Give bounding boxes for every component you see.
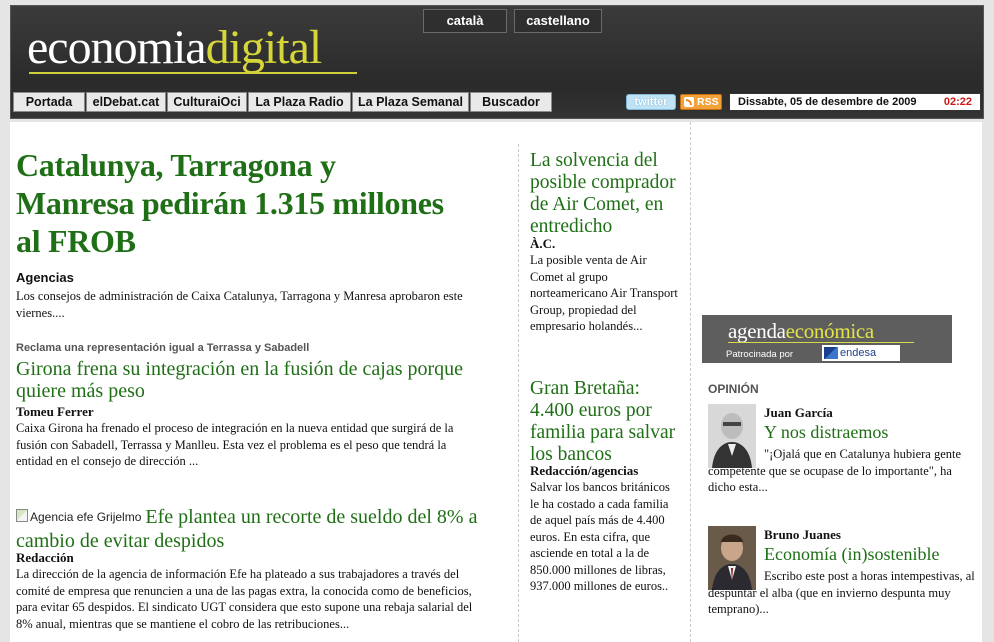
twitter-button[interactable]: twitter <box>626 94 676 110</box>
endesa-logo: endesa <box>822 345 900 361</box>
nav-la-plaza-radio[interactable]: La Plaza Radio <box>248 92 351 112</box>
broken-image-icon <box>16 509 28 522</box>
main-content: Catalunya, Tarragona y Manresa pedirán 1… <box>10 122 982 642</box>
story2-author: Tomeu Ferrer <box>16 404 94 419</box>
mid-story2-summary: Salvar los bancos británicos le ha costa… <box>530 480 670 593</box>
language-castellano-button[interactable]: castellano <box>514 9 602 33</box>
endesa-mark-icon <box>824 347 838 359</box>
mid-story1-title[interactable]: La solvencia del posible comprador de Ai… <box>530 150 686 238</box>
nav-eldebat[interactable]: elDebat.cat <box>86 92 166 112</box>
mid-story1-author: À.C. <box>530 236 556 251</box>
opinion1-title[interactable]: Y nos distraemos <box>764 422 888 443</box>
story3-summary: La dirección de la agencia de informació… <box>16 567 473 631</box>
main-story-title[interactable]: Catalunya, Tarragona y Manresa pedirán 1… <box>16 146 456 260</box>
rss-button[interactable]: RSS <box>680 94 722 110</box>
agenda-underline <box>728 342 914 343</box>
rss-icon <box>684 97 694 107</box>
site-header: català castellano economiadigital Portad… <box>10 5 984 119</box>
language-catala-button[interactable]: català <box>423 9 507 33</box>
opinion2-author[interactable]: Bruno Juanes <box>764 527 841 543</box>
opinion-label: OPINIÓN <box>708 382 759 396</box>
story3-author: Redacción <box>16 550 74 565</box>
agenda-economica-banner[interactable]: agendaeconómica Patrocinada por endesa <box>702 315 952 363</box>
column-divider-right <box>690 122 691 642</box>
agenda-sponsor-label: Patrocinada por <box>726 349 794 360</box>
agenda-title-part1: agenda <box>728 319 786 343</box>
date-time-box: Dissabte, 05 de desembre de 2009 02:22 <box>729 93 981 111</box>
story2-summary: Caixa Girona ha frenado el proceso de in… <box>16 421 454 468</box>
logo-underline <box>29 72 357 74</box>
opinion2-title[interactable]: Economía (in)sostenible <box>764 544 939 565</box>
story2-kicker: Reclama una representación igual a Terra… <box>16 342 310 354</box>
nav-portada[interactable]: Portada <box>13 92 85 112</box>
story2-title[interactable]: Girona frena su integración en la fusión… <box>16 358 486 402</box>
mid-story2-title[interactable]: Gran Bretaña: 4.400 euros por familia pa… <box>530 378 686 466</box>
opinion1-text: "¡Ojalá que en Catalunya hubiera gente c… <box>708 447 962 494</box>
site-logo[interactable]: economiadigital <box>27 21 323 74</box>
story3-image-alt: Agencia efe Grijelmo <box>30 510 142 524</box>
story3-image[interactable]: Agencia efe Grijelmo <box>16 506 141 528</box>
logo-part1: economia <box>27 21 207 74</box>
endesa-name: endesa <box>840 347 877 359</box>
mid-story1-summary: La posible venta de Air Comet al grupo n… <box>530 253 678 333</box>
mid-story2-author: Redacción/agencias <box>530 463 639 478</box>
nav-culturaioci[interactable]: CulturaiOci <box>167 92 247 112</box>
rss-label: RSS <box>697 96 719 108</box>
story3-heading: Agencia efe Grijelmo Efe plantea un reco… <box>16 506 486 554</box>
agenda-title: agendaeconómica <box>728 319 874 344</box>
main-story-summary: Los consejos de administración de Caixa … <box>16 289 463 320</box>
nav-buscador[interactable]: Buscador <box>470 92 552 112</box>
column-divider <box>518 144 519 642</box>
current-date: Dissabte, 05 de desembre de 2009 <box>738 96 917 108</box>
opinion1-author[interactable]: Juan García <box>764 405 833 421</box>
current-time: 02:22 <box>943 96 972 108</box>
opinion2-text: Escribo este post a horas intempestivas,… <box>708 569 975 616</box>
logo-part2: digital <box>205 21 323 74</box>
nav-la-plaza-semanal[interactable]: La Plaza Semanal <box>352 92 469 112</box>
agenda-title-part2: económica <box>785 319 875 343</box>
main-story-author: Agencias <box>16 270 74 285</box>
page: català castellano economiadigital Portad… <box>0 0 994 642</box>
